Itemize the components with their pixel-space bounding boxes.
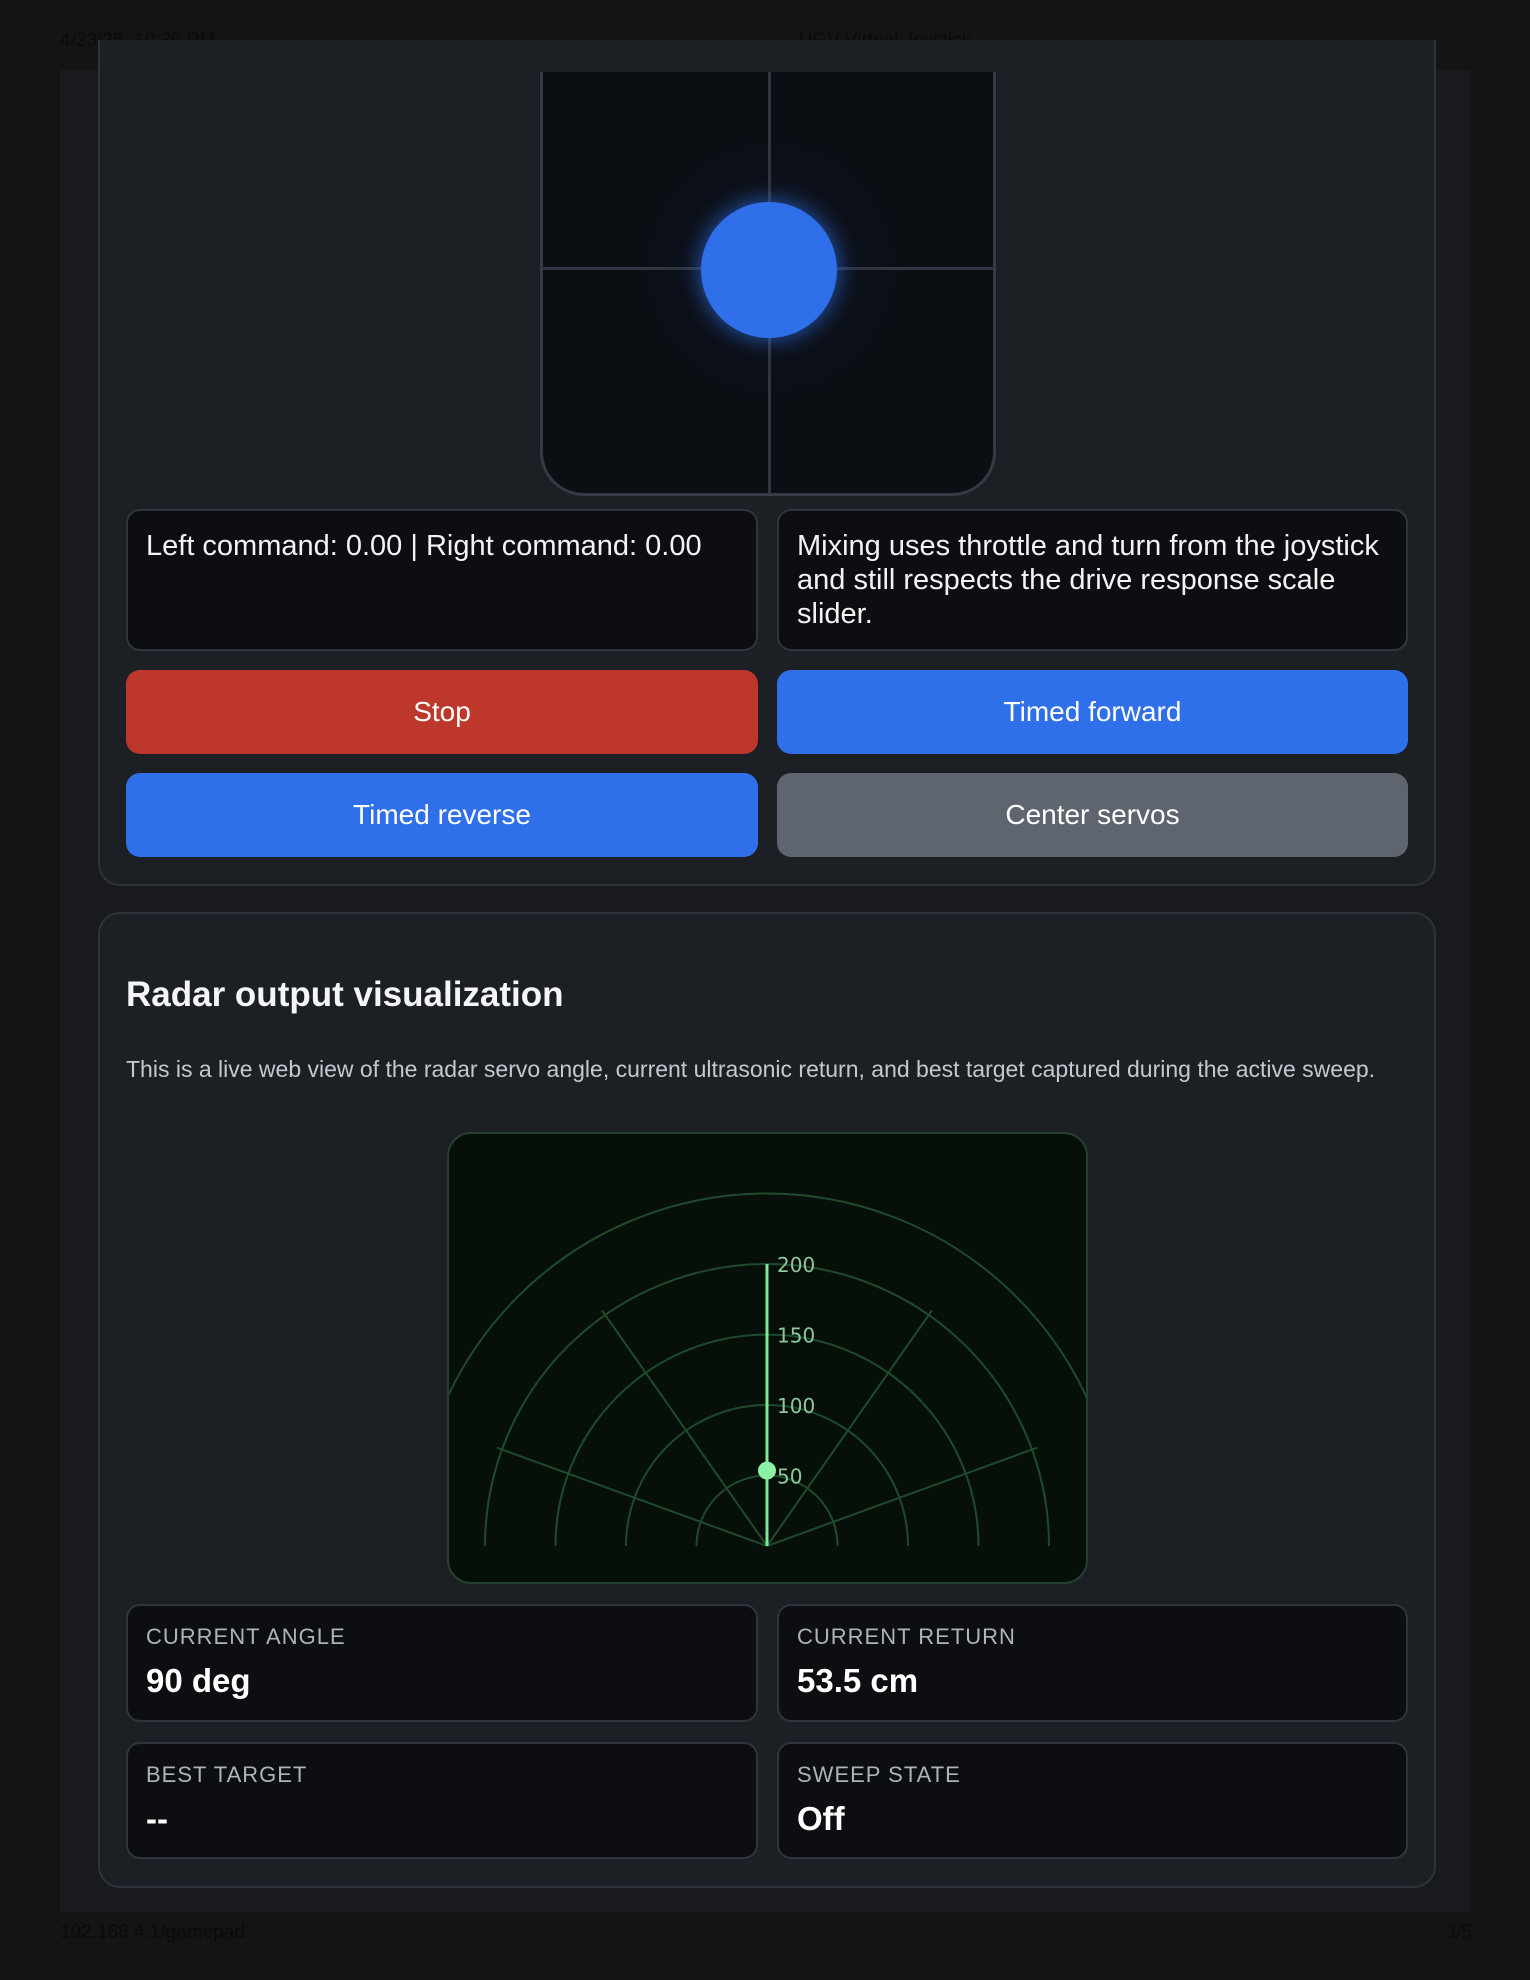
radar-spoke [766, 1446, 1038, 1547]
command-readout: Left command: 0.00 | Right command: 0.00 [126, 509, 758, 651]
current-angle-value: 90 deg [146, 1662, 251, 1699]
center-servos-button[interactable]: Center servos [777, 773, 1408, 857]
radar-description: This is a live web view of the radar ser… [126, 1056, 1376, 1082]
best-target-card: BEST TARGET -- [126, 1742, 758, 1859]
radar-plot: 200 150 100 50 [449, 1192, 1086, 1547]
joystick-pad[interactable] [540, 72, 996, 496]
current-angle-card: CURRENT ANGLE 90 deg [126, 1604, 758, 1722]
radar-spoke [496, 1446, 768, 1547]
command-readout-text: Left command: 0.00 | Right command: 0.00 [146, 530, 702, 562]
radar-range-label: 50 [777, 1465, 802, 1489]
best-target-value: -- [146, 1800, 168, 1837]
radar-range-label: 150 [777, 1324, 815, 1348]
current-angle-label: CURRENT ANGLE [146, 1624, 346, 1649]
timed-reverse-button[interactable]: Timed reverse [126, 773, 758, 857]
stop-button[interactable]: Stop [126, 670, 758, 754]
sweep-state-card: SWEEP STATE Off [777, 1742, 1408, 1859]
radar-range-label: 200 [777, 1253, 815, 1277]
radar-spoke [601, 1309, 768, 1547]
joystick-knob[interactable] [701, 202, 837, 338]
radar-range-labels: 200 150 100 50 [777, 1253, 815, 1489]
radar-title: Radar output visualization [126, 975, 564, 1014]
print-url: 192.168.4.1/gamepad [60, 1922, 245, 1943]
radar-range-label: 100 [777, 1394, 815, 1418]
mixing-note: Mixing uses throttle and turn from the j… [777, 509, 1408, 651]
radar-return-dot [758, 1461, 776, 1480]
sweep-state-label: SWEEP STATE [797, 1762, 961, 1787]
radar-display: 200 150 100 50 [447, 1132, 1088, 1584]
mixing-note-text: Mixing uses throttle and turn from the j… [797, 530, 1379, 630]
print-footer: 192.168.4.1/gamepad 3/5 [0, 1922, 1530, 1962]
current-return-label: CURRENT RETURN [797, 1624, 1016, 1649]
current-return-value: 53.5 cm [797, 1662, 919, 1699]
timed-forward-button[interactable]: Timed forward [777, 670, 1408, 754]
best-target-label: BEST TARGET [146, 1762, 308, 1787]
current-return-card: CURRENT RETURN 53.5 cm [777, 1604, 1408, 1722]
print-page-number: 3/5 [1445, 1922, 1472, 1943]
sweep-state-value: Off [797, 1800, 845, 1837]
